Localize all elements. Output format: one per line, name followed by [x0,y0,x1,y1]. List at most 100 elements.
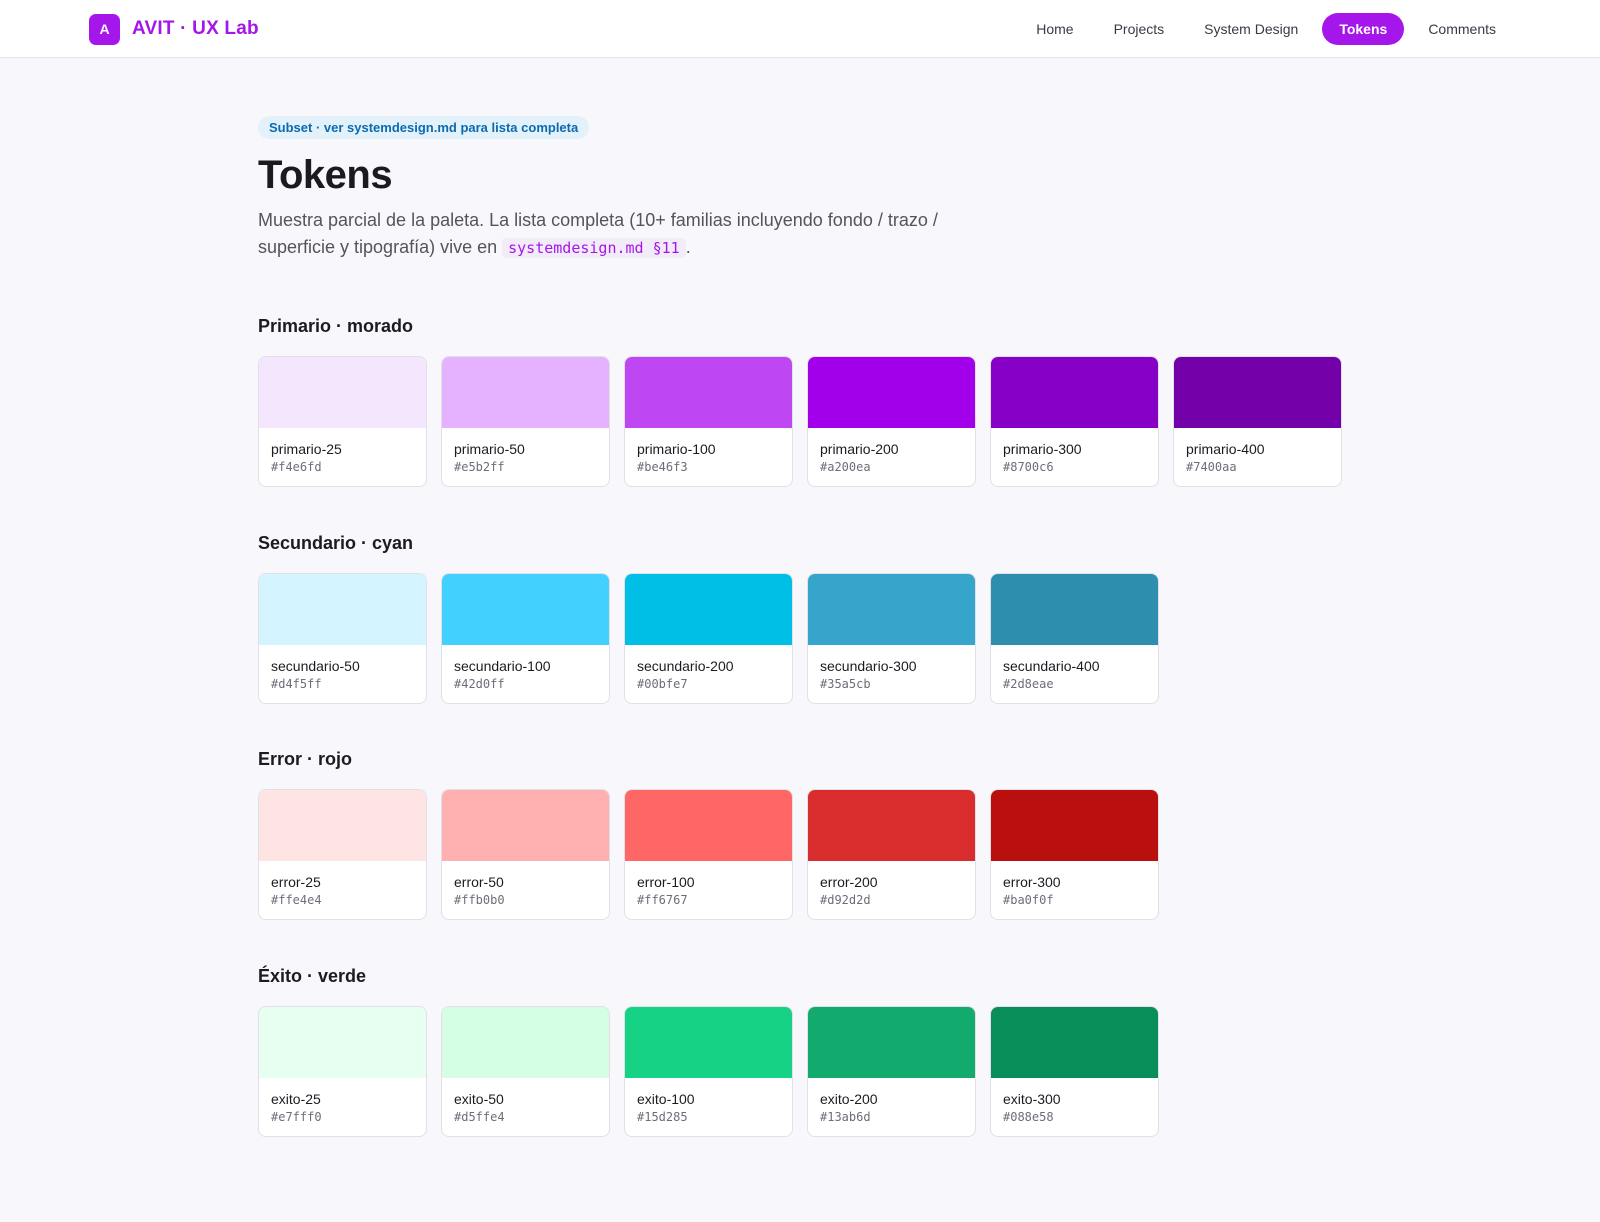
nav-item-home[interactable]: Home [1020,13,1089,45]
nav-item-system-design[interactable]: System Design [1188,13,1314,45]
token-card[interactable]: secundario-200 #00bfe7 [624,573,793,704]
color-swatch [259,790,426,861]
token-card[interactable]: primario-100 #be46f3 [624,356,793,487]
nav-item-projects[interactable]: Projects [1098,13,1181,45]
token-card[interactable]: primario-300 #8700c6 [990,356,1159,487]
token-name: primario-100 [637,441,716,457]
token-card[interactable]: error-200 #d92d2d [807,789,976,920]
token-card[interactable]: exito-50 #d5ffe4 [441,1006,610,1137]
token-name: secundario-300 [820,658,917,674]
token-name: error-100 [637,874,695,890]
page-title: Tokens [258,153,393,197]
subset-badge: Subset · ver systemdesign.md para lista … [258,116,590,139]
color-swatch [259,574,426,645]
color-swatch [991,1007,1158,1078]
token-hex: #d4f5ff [271,677,322,691]
token-hex: #ffe4e4 [271,893,322,907]
token-name: exito-200 [820,1091,878,1107]
token-card[interactable]: error-25 #ffe4e4 [258,789,427,920]
token-card[interactable]: exito-25 #e7fff0 [258,1006,427,1137]
color-swatch [808,790,975,861]
token-hex: #42d0ff [454,677,505,691]
section-primario: Primario · morado primario-25 #f4e6fd pri… [258,316,1348,487]
color-swatch [808,574,975,645]
color-swatch [442,574,609,645]
token-hex: #35a5cb [820,677,871,691]
color-swatch [808,1007,975,1078]
brand-logo-icon: A [89,13,120,45]
nav-item-tokens[interactable]: Tokens [1322,13,1405,45]
token-hex: #f4e6fd [271,460,322,474]
token-name: exito-100 [637,1091,695,1107]
token-hex: #7400aa [1186,460,1237,474]
brand-name: AVIT · UX Lab [132,18,259,39]
token-name: error-25 [271,874,321,890]
token-card[interactable]: secundario-50 #d4f5ff [258,573,427,704]
token-name: primario-50 [454,441,525,457]
color-swatch [808,357,975,428]
token-card[interactable]: error-50 #ffb0b0 [441,789,610,920]
section-exito: Éxito · verde exito-25 #e7fff0 exito-50 #d… [258,966,1348,1137]
token-card[interactable]: primario-25 #f4e6fd [258,356,427,487]
swatch-row: primario-25 #f4e6fd primario-50 #e5b2ff pr… [258,356,1348,487]
token-card[interactable]: primario-200 #a200ea [807,356,976,487]
main-content: Subset · ver systemdesign.md para lista … [258,116,1348,1137]
token-hex: #2d8eae [1003,677,1054,691]
color-swatch [991,574,1158,645]
color-swatch [625,790,792,861]
color-swatch [991,790,1158,861]
color-swatch [625,1007,792,1078]
swatch-row: secundario-50 #d4f5ff secundario-100 #42d0… [258,573,1348,704]
token-hex: #8700c6 [1003,460,1054,474]
token-name: secundario-200 [637,658,734,674]
token-name: error-200 [820,874,878,890]
token-card[interactable]: exito-100 #15d285 [624,1006,793,1137]
token-card[interactable]: error-100 #ff6767 [624,789,793,920]
token-hex: #ba0f0f [1003,893,1054,907]
color-swatch [991,357,1158,428]
color-swatch [442,790,609,861]
token-hex: #13ab6d [820,1110,871,1124]
color-swatch [259,1007,426,1078]
page-description: Muestra parcial de la paleta. La lista c… [258,207,978,262]
top-navbar: A AVIT · UX Lab Home Projects System Des… [0,0,1600,58]
token-card[interactable]: exito-300 #088e58 [990,1006,1159,1137]
color-swatch [259,357,426,428]
token-card[interactable]: primario-50 #e5b2ff [441,356,610,487]
token-hex: #a200ea [820,460,871,474]
nav-item-comments[interactable]: Comments [1412,13,1512,45]
token-hex: #088e58 [1003,1110,1054,1124]
token-card[interactable]: secundario-400 #2d8eae [990,573,1159,704]
token-hex: #e5b2ff [454,460,505,474]
token-card[interactable]: exito-200 #13ab6d [807,1006,976,1137]
token-hex: #00bfe7 [637,677,688,691]
description-code: systemdesign.md §11 [502,238,686,258]
token-name: error-300 [1003,874,1061,890]
brand[interactable]: A AVIT · UX Lab [89,13,259,45]
token-card[interactable]: error-300 #ba0f0f [990,789,1159,920]
section-error: Error · rojo error-25 #ffe4e4 error-50 #ff… [258,749,1348,920]
token-hex: #15d285 [637,1110,688,1124]
color-swatch [625,357,792,428]
token-hex: #ff6767 [637,893,688,907]
token-card[interactable]: primario-400 #7400aa [1173,356,1342,487]
token-name: primario-400 [1186,441,1265,457]
token-card[interactable]: secundario-300 #35a5cb [807,573,976,704]
token-name: error-50 [454,874,504,890]
section-secundario: Secundario · cyan secundario-50 #d4f5ff s… [258,533,1348,704]
section-title: Primario · morado [258,316,414,336]
swatch-row: exito-25 #e7fff0 exito-50 #d5ffe4 exito-10… [258,1006,1348,1137]
swatch-row: error-25 #ffe4e4 error-50 #ffb0b0 error-10… [258,789,1348,920]
token-name: primario-200 [820,441,899,457]
token-name: primario-300 [1003,441,1082,457]
token-name: secundario-100 [454,658,551,674]
section-title: Secundario · cyan [258,533,414,553]
token-name: secundario-50 [271,658,360,674]
token-card[interactable]: secundario-100 #42d0ff [441,573,610,704]
main-nav: Home Projects System Design Tokens Comme… [1020,13,1512,45]
token-name: exito-50 [454,1091,504,1107]
token-hex: #d92d2d [820,893,871,907]
color-swatch [1174,357,1341,428]
token-hex: #be46f3 [637,460,688,474]
token-name: secundario-400 [1003,658,1100,674]
